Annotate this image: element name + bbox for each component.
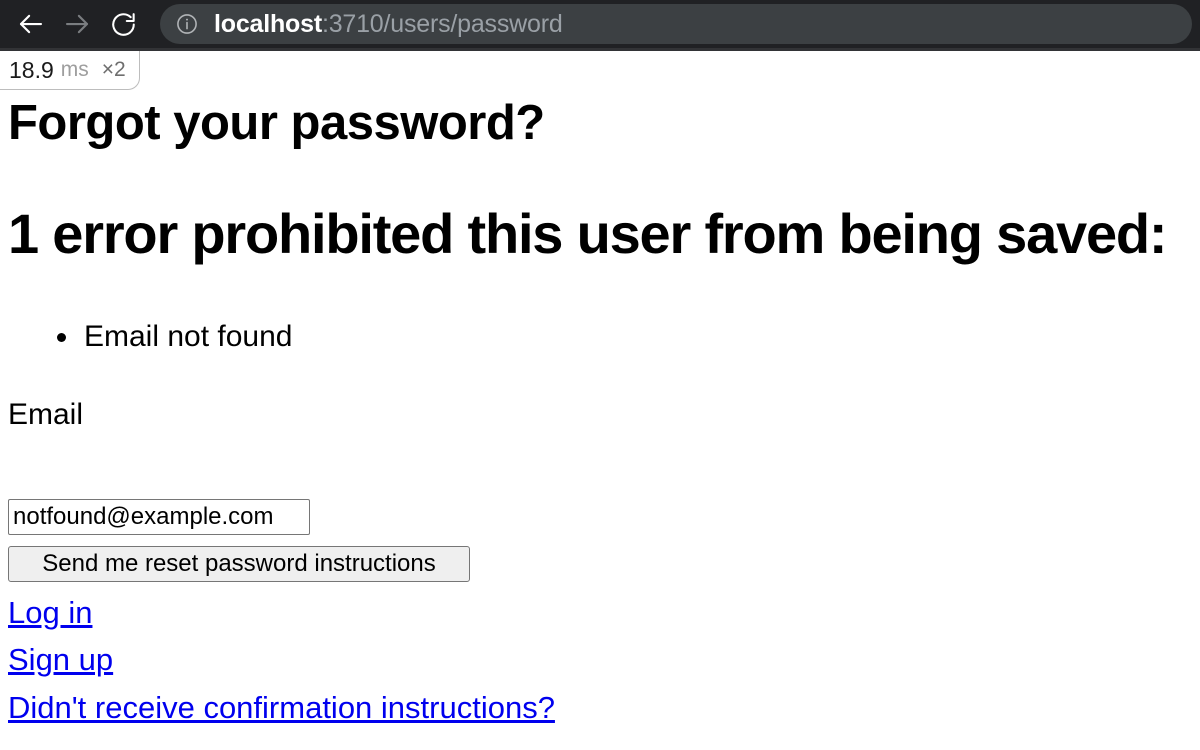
error-list: Email not found bbox=[48, 318, 292, 356]
forward-button[interactable] bbox=[54, 1, 100, 47]
page-content: Forgot your password? 1 error prohibited… bbox=[0, 51, 1200, 750]
resend-confirmation-link[interactable]: Didn't receive confirmation instructions… bbox=[8, 684, 555, 731]
list-item: Email not found bbox=[48, 318, 292, 356]
address-bar[interactable]: localhost:3710/users/password bbox=[160, 4, 1192, 44]
login-link[interactable]: Log in bbox=[8, 589, 92, 636]
back-button[interactable] bbox=[8, 1, 54, 47]
browser-toolbar: localhost:3710/users/password bbox=[0, 0, 1200, 48]
arrow-right-icon bbox=[62, 9, 92, 39]
email-field[interactable] bbox=[8, 499, 310, 535]
url-path: :3710/users/password bbox=[321, 9, 563, 38]
auth-links: Log in Sign up Didn't receive confirmati… bbox=[8, 589, 1108, 731]
page-title: Forgot your password? bbox=[8, 96, 545, 150]
reload-icon bbox=[109, 10, 138, 39]
miniprofiler-time: 18.9 bbox=[9, 56, 54, 83]
send-reset-instructions-button[interactable]: Send me reset password instructions bbox=[8, 546, 470, 582]
info-circle-icon[interactable] bbox=[174, 11, 200, 37]
address-bar-url: localhost:3710/users/password bbox=[214, 10, 563, 39]
miniprofiler-unit: ms bbox=[60, 58, 89, 81]
url-host: localhost bbox=[214, 9, 322, 38]
signup-link[interactable]: Sign up bbox=[8, 636, 113, 683]
reload-button[interactable] bbox=[100, 1, 146, 47]
miniprofiler-count: ×2 bbox=[101, 58, 126, 81]
error-summary-heading: 1 error prohibited this user from being … bbox=[8, 202, 1168, 265]
miniprofiler-badge[interactable]: 18.9 ms ×2 bbox=[0, 51, 140, 90]
arrow-left-icon bbox=[16, 9, 46, 39]
email-label: Email bbox=[8, 398, 84, 431]
